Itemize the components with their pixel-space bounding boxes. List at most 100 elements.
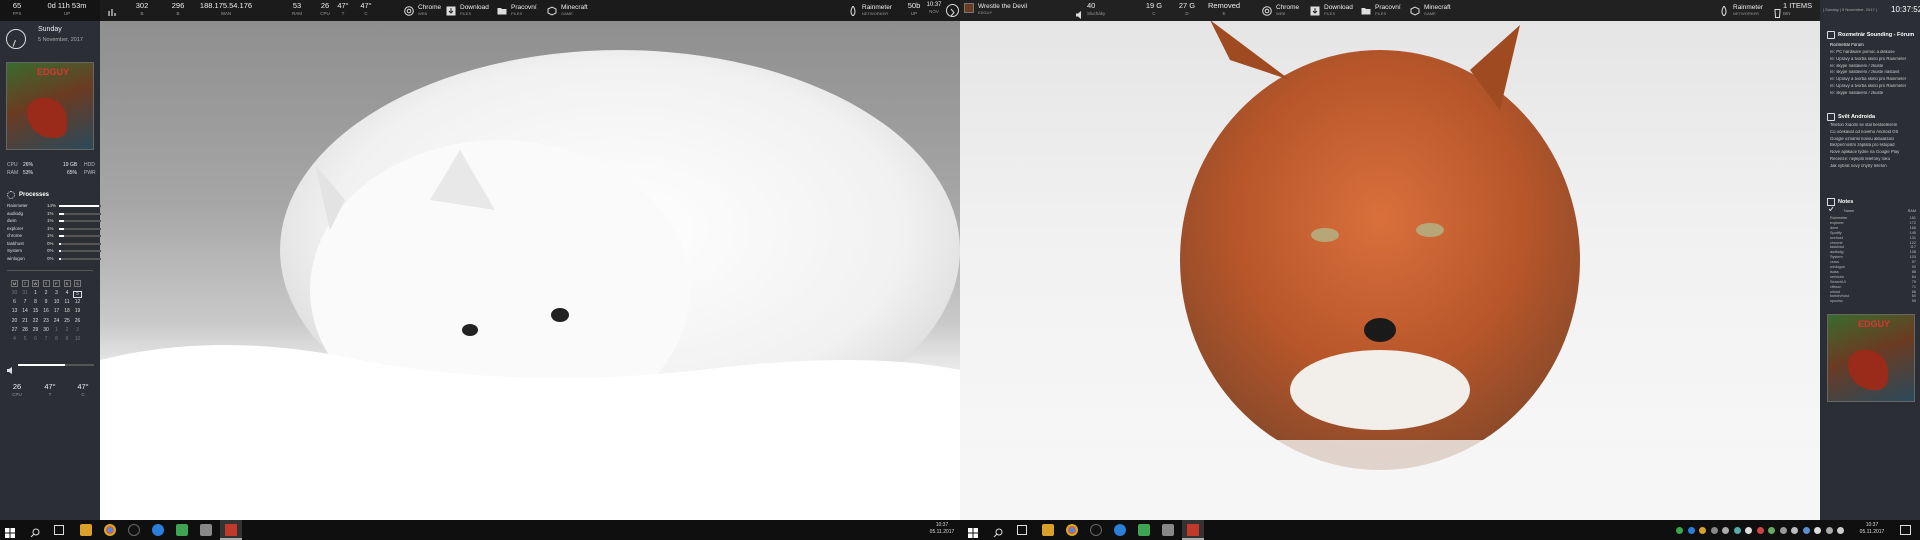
- calendar-day[interactable]: 19: [73, 309, 82, 314]
- task-view-icon[interactable]: [1017, 525, 1027, 535]
- chrome-taskbar-icon[interactable]: [104, 524, 116, 536]
- volume-icon[interactable]: [1076, 6, 1085, 19]
- feed-item[interactable]: Bezpečnostní záplata pro listopad: [1830, 143, 1918, 147]
- tray-icon[interactable]: [1722, 527, 1729, 534]
- file-explorer-icon[interactable]: [80, 524, 92, 536]
- calendar-day[interactable]: 28: [21, 327, 30, 333]
- calendar-day[interactable]: 25: [63, 318, 72, 324]
- calendar-day[interactable]: 30: [10, 291, 19, 296]
- tray-icon[interactable]: [1825, 527, 1833, 534]
- feed-item[interactable]: re: skype nastavení / zkuste: [1830, 64, 1918, 68]
- calendar-day[interactable]: 5: [21, 337, 30, 342]
- notes-title[interactable]: Notes: [1838, 199, 1853, 205]
- minecraft-taskbar-icon[interactable]: [176, 524, 188, 536]
- app-icon[interactable]: [1162, 524, 1174, 536]
- calendar-day[interactable]: 13: [10, 309, 19, 314]
- process-row[interactable]: Rainmeter 14%: [7, 203, 101, 210]
- calendar-day[interactable]: 12: [73, 300, 82, 305]
- launcher-minecraft[interactable]: Minecraft GAME: [547, 3, 588, 18]
- calendar-day[interactable]: 23: [42, 318, 51, 324]
- notification-icon[interactable]: [1900, 525, 1911, 535]
- taskbar-clock-left[interactable]: 10:37 05.11.2017: [925, 523, 959, 535]
- album-art-right[interactable]: EDGUY: [1827, 314, 1915, 402]
- calendar-day[interactable]: 31: [21, 291, 30, 296]
- calendar-day[interactable]: 3: [52, 291, 61, 296]
- feed-item[interactable]: Co očekávat od nového Android OS: [1830, 130, 1918, 134]
- calendar-day[interactable]: 14: [21, 309, 30, 314]
- process-row[interactable]: System 0%: [7, 248, 101, 255]
- chevron-right-icon[interactable]: [946, 4, 959, 17]
- search-icon[interactable]: [30, 525, 40, 538]
- chrome-taskbar-icon[interactable]: [1066, 524, 1078, 536]
- recycle-bin-icon[interactable]: [1774, 5, 1781, 18]
- windows-start-icon[interactable]: [968, 525, 978, 538]
- steam-icon[interactable]: [152, 524, 164, 536]
- calendar-day[interactable]: 9: [42, 300, 51, 305]
- launcher-download[interactable]: Download FILES: [446, 3, 489, 18]
- volume-slider[interactable]: [18, 364, 94, 366]
- launcher-pracovní[interactable]: Pracovní FILES: [497, 3, 537, 18]
- calendar-day[interactable]: 8: [31, 300, 40, 305]
- calendar-day[interactable]: 2: [63, 327, 72, 333]
- tray-icon[interactable]: [1791, 527, 1798, 534]
- weather-widget-left[interactable]: Rainmeter NETWORKER: [848, 3, 892, 18]
- calendar-day[interactable]: 26: [73, 318, 82, 324]
- taskbar-active-app[interactable]: [1182, 520, 1204, 540]
- taskbar-clock-right[interactable]: 10:37 05.11.2017: [1855, 523, 1889, 535]
- calendar-day[interactable]: 1: [31, 291, 40, 296]
- spotify-icon[interactable]: [1090, 524, 1102, 536]
- calendar-day[interactable]: 21: [21, 318, 30, 324]
- calendar-day[interactable]: 16: [42, 309, 51, 314]
- feed-item[interactable]: Telefon Xiaomi se stal bestsellerem: [1830, 123, 1918, 127]
- speaker-icon[interactable]: [7, 361, 14, 374]
- launcher-minecraft[interactable]: Minecraft GAME: [1410, 3, 1451, 18]
- now-playing[interactable]: Wrestle the Devil EDGUY: [978, 2, 1027, 17]
- tray-icon[interactable]: [1837, 527, 1844, 534]
- calendar-day[interactable]: 8: [52, 337, 61, 342]
- tray-icon[interactable]: [1814, 527, 1821, 534]
- feed-item[interactable]: re: skype nastavení / zkuste: [1830, 91, 1918, 95]
- tray-icon[interactable]: [1710, 527, 1718, 534]
- feed-item[interactable]: re: Úpravy a tvorba skinů pro Rainmeter: [1830, 57, 1918, 61]
- calendar-day[interactable]: 10: [73, 337, 82, 342]
- feed-item[interactable]: Jak vybrat nový chytrý telefon: [1830, 164, 1918, 168]
- album-thumb[interactable]: [964, 3, 974, 13]
- calendar-day[interactable]: 11: [63, 300, 72, 305]
- feed-item[interactable]: re: skype nastavení / zkuste nastavit: [1830, 70, 1918, 74]
- calendar-day[interactable]: 29: [31, 327, 40, 333]
- tray-icon[interactable]: [1745, 527, 1752, 534]
- calendar-day[interactable]: 27: [10, 327, 19, 333]
- task-view-icon[interactable]: [54, 525, 64, 535]
- tray-icon[interactable]: [1699, 527, 1706, 534]
- calendar-day[interactable]: 10: [52, 300, 61, 305]
- launcher-chrome[interactable]: Chrome WEB: [404, 3, 441, 18]
- tray-icon[interactable]: [1676, 527, 1683, 534]
- calendar-day[interactable]: 30: [42, 327, 51, 333]
- steam-icon[interactable]: [1114, 524, 1126, 536]
- calendar-day[interactable]: 2: [42, 291, 51, 296]
- launcher-pracovní[interactable]: Pracovní FILES: [1361, 3, 1401, 18]
- weather-widget-right[interactable]: Rainmeter NETWORKER: [1719, 3, 1763, 18]
- calendar-day[interactable]: 20: [10, 318, 19, 324]
- feed-item[interactable]: re: Úpravy a tvorba skinů pro Rainmeter: [1830, 77, 1918, 81]
- windows-start-icon[interactable]: [5, 525, 15, 538]
- calendar-day[interactable]: 6: [10, 300, 19, 305]
- calendar-day[interactable]: 7: [42, 337, 51, 342]
- calendar-today[interactable]: 5: [73, 291, 82, 298]
- tray-icon[interactable]: [1768, 527, 1775, 534]
- app-icon[interactable]: [200, 524, 212, 536]
- feed-item[interactable]: Google oznámil novou aktualizaci: [1830, 137, 1918, 141]
- forum-title[interactable]: Rozmetrár Sounding - Fórum: [1838, 32, 1914, 38]
- file-explorer-icon[interactable]: [1042, 524, 1054, 536]
- process-row[interactable]: audiodg 1%: [7, 211, 101, 218]
- calendar-day[interactable]: 6: [31, 337, 40, 342]
- calendar-day[interactable]: 3: [73, 327, 82, 333]
- calendar-day[interactable]: 9: [63, 337, 72, 342]
- album-art[interactable]: EDGUY: [6, 62, 94, 150]
- calendar-day[interactable]: 4: [10, 337, 19, 342]
- calendar-day[interactable]: 18: [63, 309, 72, 314]
- launcher-chrome[interactable]: Chrome WEB: [1262, 3, 1299, 18]
- process-row[interactable]: taskhost 0%: [7, 241, 101, 248]
- calendar-day[interactable]: 1: [52, 327, 61, 333]
- tray-icon[interactable]: [1756, 527, 1764, 534]
